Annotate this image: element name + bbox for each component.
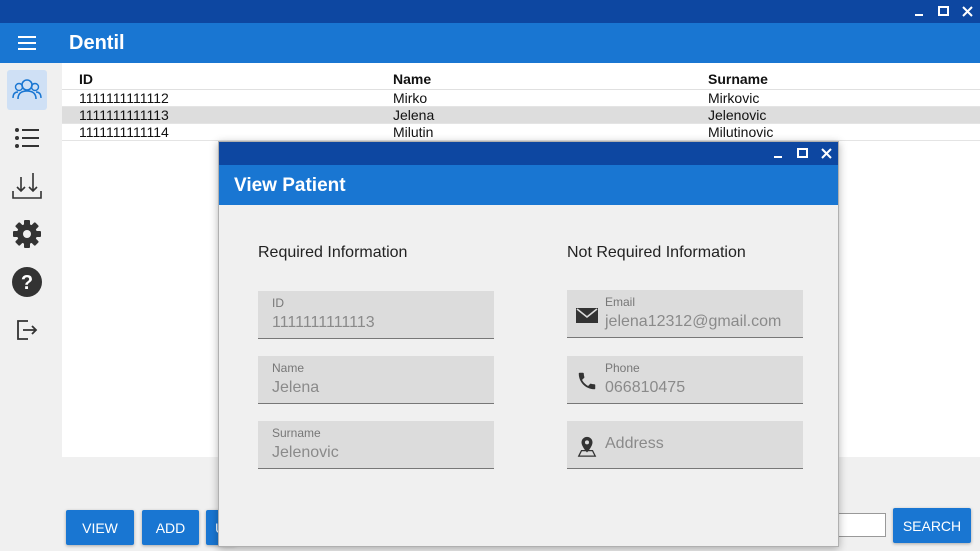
envelope-icon <box>576 308 598 323</box>
name-field[interactable]: Name Jelena <box>258 356 494 404</box>
cell-id: 1111111111113 <box>79 107 169 123</box>
table-header: ID Name Surname <box>62 68 980 90</box>
view-patient-dialog: View Patient Required Information Not Re… <box>218 141 839 547</box>
help-icon: ? <box>12 267 42 297</box>
optional-section-title: Not Required Information <box>567 244 746 261</box>
maximize-button[interactable] <box>932 0 954 23</box>
dialog-title: View Patient <box>234 175 346 196</box>
email-value: jelena12312@gmail.com <box>605 313 782 330</box>
dialog-titlebar <box>219 142 838 165</box>
column-surname-header[interactable]: Surname <box>708 68 768 90</box>
cell-surname: Jelenovic <box>708 107 767 123</box>
address-field[interactable]: Address <box>567 421 803 469</box>
column-name-header[interactable]: Name <box>393 68 431 90</box>
table-row[interactable]: 1111111111114 Milutin Milutinovic <box>62 124 980 141</box>
patients-icon <box>12 79 42 100</box>
sidebar-item-help[interactable]: ? <box>7 262 47 302</box>
cell-id: 1111111111112 <box>79 90 169 106</box>
phone-label: Phone <box>605 361 640 375</box>
email-field[interactable]: Email jelena12312@gmail.com <box>567 290 803 338</box>
sidebar-item-patients[interactable] <box>7 70 47 110</box>
maximize-icon <box>796 148 808 158</box>
sidebar-item-import[interactable] <box>7 166 47 206</box>
name-value: Jelena <box>272 379 320 396</box>
sidebar: ? <box>0 63 57 551</box>
id-value: 1111111111113 <box>272 314 375 331</box>
window-titlebar <box>0 0 980 23</box>
address-placeholder: Address <box>605 435 664 452</box>
search-button[interactable]: SEARCH <box>893 508 971 543</box>
view-button[interactable]: VIEW <box>66 510 134 545</box>
cell-name: Milutin <box>393 124 434 140</box>
app-title: Dentil <box>69 32 125 54</box>
phone-icon <box>578 372 596 390</box>
location-pin-icon <box>577 436 597 457</box>
dialog-close-button[interactable] <box>815 142 837 165</box>
cell-surname: Milutinovic <box>708 124 774 140</box>
add-button[interactable]: ADD <box>142 510 199 545</box>
phone-field[interactable]: Phone 066810475 <box>567 356 803 404</box>
dialog-header: View Patient <box>219 165 838 205</box>
svg-text:?: ? <box>21 272 33 294</box>
name-label: Name <box>272 361 305 375</box>
import-icon <box>12 173 42 199</box>
close-icon <box>961 6 973 17</box>
sidebar-item-logout[interactable] <box>7 310 47 350</box>
dialog-minimize-button[interactable] <box>767 142 789 165</box>
close-button[interactable] <box>956 0 978 23</box>
id-label: ID <box>272 296 284 310</box>
table-row[interactable]: 1111111111113 Jelena Jelenovic <box>62 107 980 124</box>
cell-name: Jelena <box>393 107 435 123</box>
gear-icon <box>13 220 41 248</box>
menu-button[interactable] <box>12 32 42 54</box>
hamburger-icon <box>18 36 36 50</box>
minimize-icon <box>915 13 923 16</box>
surname-label: Surname <box>272 426 321 440</box>
minimize-button[interactable] <box>908 0 930 23</box>
phone-value: 066810475 <box>605 379 686 396</box>
table-row[interactable]: 1111111111112 Mirko Mirkovic <box>62 90 980 107</box>
close-icon <box>820 148 832 159</box>
search-input[interactable] <box>836 513 886 537</box>
surname-field[interactable]: Surname Jelenovic <box>258 421 494 469</box>
maximize-icon <box>937 6 949 16</box>
id-field[interactable]: ID 1111111111113 <box>258 291 494 339</box>
sidebar-item-settings[interactable] <box>7 214 47 254</box>
cell-name: Mirko <box>393 90 428 106</box>
surname-value: Jelenovic <box>272 444 339 461</box>
cell-id: 1111111111114 <box>79 124 169 140</box>
cell-surname: Mirkovic <box>708 90 760 106</box>
logout-icon <box>17 320 38 340</box>
sidebar-item-list[interactable] <box>7 118 47 158</box>
email-label: Email <box>605 295 636 309</box>
list-icon <box>15 128 39 148</box>
column-id-header[interactable]: ID <box>79 68 93 90</box>
minimize-icon <box>774 155 782 158</box>
app-bar: Dentil <box>0 23 980 63</box>
dialog-maximize-button[interactable] <box>791 142 813 165</box>
required-section-title: Required Information <box>258 244 408 261</box>
